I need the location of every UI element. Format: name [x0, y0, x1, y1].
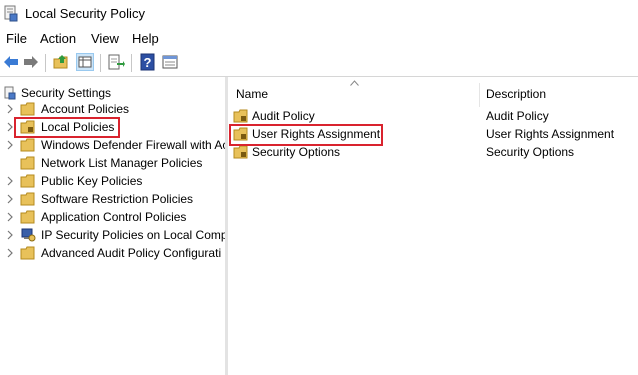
toolbar: ?: [0, 50, 638, 77]
tree-item-application-control[interactable]: Application Control Policies: [0, 208, 225, 226]
tree-root-label: Security Settings: [21, 86, 112, 100]
tree-item-label: IP Security Policies on Local Comp: [41, 228, 225, 242]
title-bar: Local Security Policy: [0, 0, 638, 28]
window-title: Local Security Policy: [25, 6, 145, 21]
folder-icon: [20, 102, 35, 116]
tree-item-network-list-manager[interactable]: Network List Manager Policies: [0, 154, 225, 172]
folder-icon: [20, 174, 35, 188]
folder-icon: [20, 210, 35, 224]
highlight-box-user-rights-assignment: [229, 124, 383, 146]
help-icon[interactable]: ?: [139, 53, 157, 71]
column-divider[interactable]: [479, 83, 480, 107]
toolbar-separator: [100, 54, 101, 72]
tree-item-label: Network List Manager Policies: [41, 156, 203, 170]
list-item-name: Audit Policy: [252, 109, 315, 123]
menu-file[interactable]: File: [6, 31, 27, 46]
back-arrow-icon[interactable]: [2, 53, 20, 71]
ip-security-icon: [21, 228, 36, 242]
menu-view[interactable]: View: [91, 31, 119, 46]
folder-icon: [20, 192, 35, 206]
folder-lock-icon: [233, 145, 248, 159]
list-item-description: Audit Policy: [486, 109, 549, 123]
tree-item-label: Application Control Policies: [41, 210, 187, 224]
chevron-right-icon[interactable]: [5, 212, 15, 222]
folder-icon: [20, 156, 35, 170]
tree-item-public-key-policies[interactable]: Public Key Policies: [0, 172, 225, 190]
folder-icon: [20, 246, 35, 260]
chevron-right-icon[interactable]: [5, 248, 15, 258]
list-item-security-options[interactable]: Security Options Security Options: [228, 144, 638, 162]
tree-item-account-policies[interactable]: Account Policies: [0, 100, 225, 118]
toolbar-separator: [45, 54, 46, 72]
tree-item-label: Account Policies: [41, 102, 130, 116]
tree-item-label: Advanced Audit Policy Configurati: [41, 246, 222, 260]
list-item-name: Security Options: [252, 145, 341, 159]
forward-arrow-icon[interactable]: [22, 53, 40, 71]
svg-text:?: ?: [144, 55, 152, 70]
tree-item-ip-security-policies[interactable]: IP Security Policies on Local Comp: [0, 226, 225, 244]
security-policy-app-icon: [4, 5, 18, 22]
tree-item-windows-defender-firewall[interactable]: Windows Defender Firewall with Ac: [0, 136, 225, 154]
tree-item-label: Windows Defender Firewall with Ac: [41, 138, 225, 152]
list-item-description: User Rights Assignment: [486, 127, 615, 141]
folder-icon: [20, 138, 35, 152]
menu-help[interactable]: Help: [132, 31, 159, 46]
chevron-right-icon[interactable]: [5, 230, 15, 240]
toolbar-separator: [131, 54, 132, 72]
chevron-right-icon[interactable]: [5, 140, 15, 150]
column-header-name[interactable]: Name: [236, 87, 268, 101]
tree-pane: Security Settings Account Policies Local…: [0, 77, 225, 375]
chevron-right-icon[interactable]: [5, 104, 15, 114]
menu-action[interactable]: Action: [40, 31, 76, 46]
up-folder-icon[interactable]: [53, 53, 71, 71]
properties-icon[interactable]: [161, 53, 179, 71]
list-header: Name Description: [228, 77, 638, 107]
tree-item-label: Public Key Policies: [41, 174, 143, 188]
security-settings-icon: [4, 86, 16, 100]
tree-item-label: Software Restriction Policies: [41, 192, 194, 206]
highlight-box-local-policies: [14, 117, 120, 138]
list-item-description: Security Options: [486, 145, 575, 159]
list-pane: Name Description Audit Policy Audit Poli…: [228, 77, 638, 375]
tree-item-software-restriction[interactable]: Software Restriction Policies: [0, 190, 225, 208]
folder-lock-icon: [233, 109, 248, 123]
chevron-right-icon[interactable]: [5, 176, 15, 186]
export-list-icon[interactable]: [107, 53, 125, 71]
show-hide-tree-icon: [78, 56, 92, 68]
tree-root-security-settings[interactable]: Security Settings: [0, 81, 225, 100]
column-header-description[interactable]: Description: [486, 87, 546, 101]
sort-ascending-icon: [350, 80, 359, 86]
show-hide-tree-button[interactable]: [76, 53, 94, 71]
tree-item-advanced-audit-policy[interactable]: Advanced Audit Policy Configurati: [0, 244, 225, 262]
chevron-right-icon[interactable]: [5, 194, 15, 204]
menu-bar: File Action View Help: [0, 29, 638, 49]
